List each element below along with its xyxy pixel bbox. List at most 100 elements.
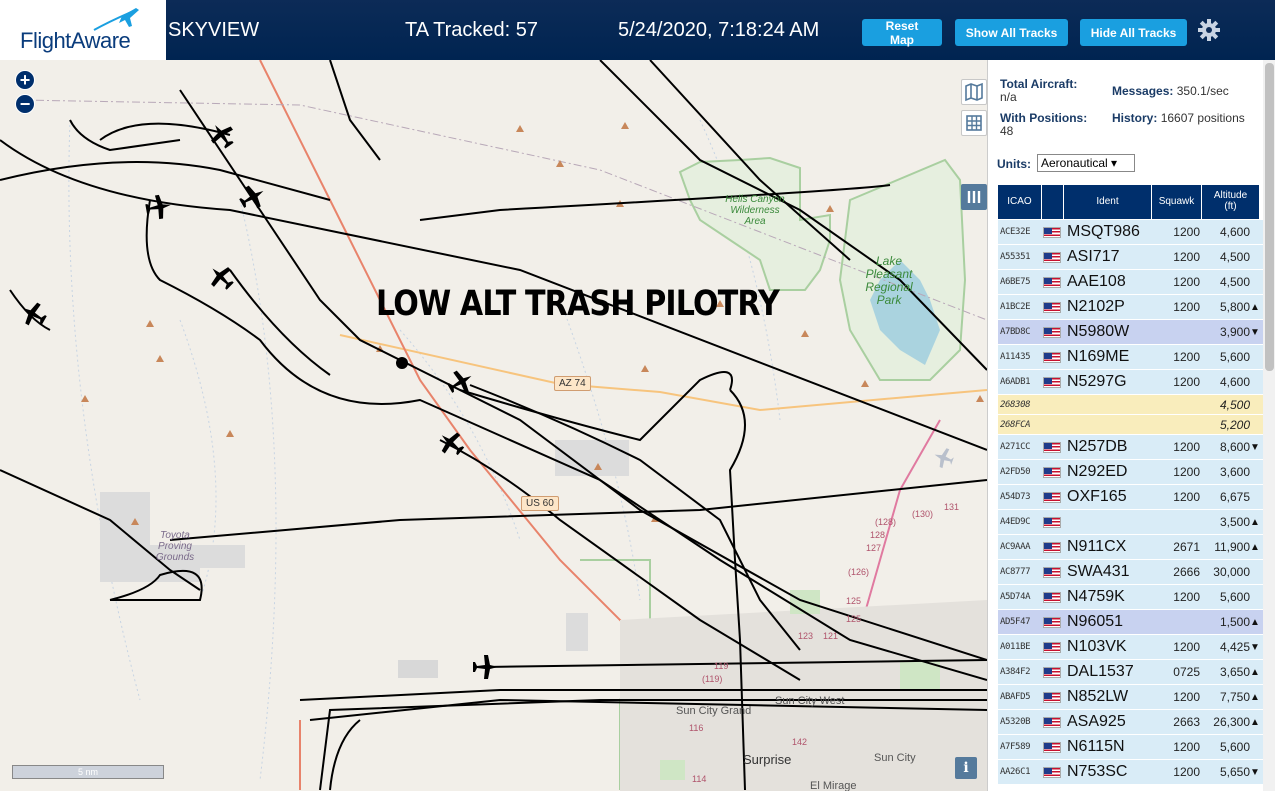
cell-flag bbox=[1043, 560, 1065, 584]
us-flag-icon bbox=[1043, 716, 1061, 728]
cell-flag bbox=[1043, 735, 1065, 759]
route-label: (126) bbox=[848, 567, 870, 577]
label-el-mirage: El Mirage bbox=[810, 780, 857, 791]
table-row[interactable]: 268FCA 5,200 bbox=[998, 415, 1263, 435]
table-row[interactable]: AC9AAA N911CX 2671 11,900 ▲ bbox=[998, 535, 1263, 560]
table-row[interactable]: A384F2 DAL1537 0725 3,650 ▲ bbox=[998, 660, 1263, 685]
reset-map-button[interactable]: Reset Map bbox=[862, 19, 942, 47]
col-header-icao[interactable]: ICAO bbox=[998, 185, 1042, 219]
units-select[interactable]: Aeronautical ▾ bbox=[1037, 154, 1135, 172]
route-label: 125 bbox=[846, 596, 862, 606]
stat-total-label: Total Aircraft: bbox=[1000, 77, 1078, 91]
cell-squawk: 1200 bbox=[1173, 765, 1200, 779]
cell-altitude: 11,900 bbox=[1214, 540, 1250, 554]
cell-squawk: 1200 bbox=[1173, 690, 1200, 704]
table-row[interactable]: A1BC2E N2102P 1200 5,800 ▲ bbox=[998, 295, 1263, 320]
cell-altitude-trend bbox=[1250, 415, 1261, 434]
cell-flag bbox=[1043, 710, 1065, 734]
cell-altitude: 5,650 bbox=[1219, 765, 1250, 779]
cell-icao: A55351 bbox=[1000, 252, 1031, 262]
route-label: (128) bbox=[875, 517, 897, 527]
table-row[interactable]: AA26C1 N753SC 1200 5,650 ▼ bbox=[998, 760, 1263, 785]
cell-squawk: 2671 bbox=[1173, 540, 1200, 554]
col-header-squawk[interactable]: Squawk bbox=[1152, 185, 1202, 219]
table-row[interactable]: ACE32E MSQT986 1200 4,600 bbox=[998, 220, 1263, 245]
us-flag-icon bbox=[1043, 566, 1061, 578]
cell-flag bbox=[1043, 685, 1065, 709]
col-header-flag[interactable] bbox=[1042, 185, 1064, 219]
info-button[interactable]: i bbox=[955, 757, 977, 779]
top-header: FlightAware SKYVIEW TA Tracked: 57 5/24/… bbox=[0, 0, 1275, 60]
cell-squawk bbox=[1154, 415, 1200, 434]
grid-icon[interactable] bbox=[961, 110, 987, 136]
stat-history-label: History: bbox=[1112, 111, 1158, 125]
cell-flag bbox=[1043, 220, 1065, 244]
stat-messages-label: Messages: bbox=[1112, 84, 1174, 98]
zoom-in-button[interactable]: + bbox=[15, 70, 35, 90]
table-row[interactable]: ABAFD5 N852LW 1200 7,750 ▲ bbox=[998, 685, 1263, 710]
cell-altitude-trend: ▲ bbox=[1250, 541, 1260, 553]
table-row[interactable]: A6BE75 AAE108 1200 4,500 bbox=[998, 270, 1263, 295]
us-flag-icon bbox=[1043, 541, 1061, 553]
col-header-altitude[interactable]: Altitude (ft) bbox=[1202, 185, 1260, 219]
table-row[interactable]: A7F589 N6115N 1200 5,600 bbox=[998, 735, 1263, 760]
table-row[interactable]: A6ADB1 N5297G 1200 4,600 bbox=[998, 370, 1263, 395]
table-row[interactable]: A11435 N169ME 1200 5,600 bbox=[998, 345, 1263, 370]
map-view[interactable]: + − LOW ALT TRASH PILOTRY AZ 74 US 60 He… bbox=[0, 60, 987, 791]
label-sun-city: Sun City bbox=[874, 752, 916, 764]
cell-altitude: 5,600 bbox=[1219, 740, 1250, 754]
table-row[interactable]: 268308 4,500 bbox=[998, 395, 1263, 415]
table-row[interactable]: AC8777 SWA431 2666 30,000 bbox=[998, 560, 1263, 585]
table-row[interactable]: AD5F47 N96051 1,500 ▲ bbox=[998, 610, 1263, 635]
table-row[interactable]: A011BE N103VK 1200 4,425 ▼ bbox=[998, 635, 1263, 660]
cell-altitude-trend bbox=[1250, 395, 1261, 414]
cell-altitude: 3,900 bbox=[1219, 325, 1250, 339]
cell-ident: ASI717 bbox=[1067, 248, 1120, 265]
show-all-tracks-button[interactable]: Show All Tracks bbox=[955, 19, 1068, 46]
cell-altitude: 5,600 bbox=[1219, 350, 1250, 364]
cell-ident: N6115N bbox=[1067, 738, 1125, 755]
cell-squawk: 1200 bbox=[1173, 590, 1200, 604]
cell-icao: A5D74A bbox=[1000, 592, 1031, 602]
cell-icao: AC8777 bbox=[1000, 567, 1031, 577]
cell-icao: A54D73 bbox=[1000, 492, 1031, 502]
zoom-out-button[interactable]: − bbox=[15, 94, 35, 114]
tracked-count: TA Tracked: 57 bbox=[405, 19, 539, 41]
park-label-lake-pleasant: Lake Pleasant Regional Park bbox=[865, 254, 913, 307]
cell-altitude: 4,600 bbox=[1219, 225, 1250, 239]
sidebar-scroll-thumb[interactable] bbox=[1265, 63, 1274, 371]
map-canvas[interactable] bbox=[0, 60, 987, 791]
table-row[interactable]: A271CC N257DB 1200 8,600 ▼ bbox=[998, 435, 1263, 460]
map-layers-icon[interactable] bbox=[961, 79, 987, 105]
cell-flag bbox=[1043, 660, 1065, 684]
gear-icon[interactable] bbox=[1197, 18, 1221, 42]
us-flag-icon bbox=[1043, 301, 1061, 313]
cell-ident: N292ED bbox=[1067, 463, 1128, 480]
hide-all-tracks-button[interactable]: Hide All Tracks bbox=[1080, 19, 1187, 46]
table-row[interactable]: A5320B ASA925 2663 26,300 ▲ bbox=[998, 710, 1263, 735]
us-flag-icon bbox=[1043, 351, 1061, 363]
us-flag-icon bbox=[1043, 276, 1061, 288]
col-header-ident[interactable]: Ident bbox=[1064, 185, 1152, 219]
stat-positions-label: With Positions: bbox=[1000, 111, 1088, 125]
flightaware-logo[interactable]: FlightAware bbox=[0, 0, 166, 60]
us-flag-icon bbox=[1043, 766, 1061, 778]
table-row[interactable]: A5D74A N4759K 1200 5,600 bbox=[998, 585, 1263, 610]
cell-ident: N852LW bbox=[1067, 688, 1129, 705]
table-row[interactable]: A4ED9C 3,500 ▲ bbox=[998, 510, 1263, 535]
cell-flag bbox=[1043, 370, 1065, 394]
cell-flag bbox=[1043, 435, 1065, 459]
table-row[interactable]: A54D73 OXF165 1200 6,675 bbox=[998, 485, 1263, 510]
cell-ident: SWA431 bbox=[1067, 563, 1130, 580]
columns-icon[interactable] bbox=[961, 184, 987, 210]
cell-altitude-trend: ▲ bbox=[1250, 516, 1260, 528]
cell-altitude-trend: ▼ bbox=[1250, 326, 1260, 338]
cell-ident: OXF165 bbox=[1067, 488, 1127, 505]
table-row[interactable]: A2FD50 N292ED 1200 3,600 bbox=[998, 460, 1263, 485]
cell-ident: N753SC bbox=[1067, 763, 1128, 780]
us-flag-icon bbox=[1043, 466, 1061, 478]
road-shield-us60: US 60 bbox=[521, 496, 559, 511]
table-row[interactable]: A7BD8C N5980W 3,900 ▼ bbox=[998, 320, 1263, 345]
cell-ident: N169ME bbox=[1067, 348, 1130, 365]
table-row[interactable]: A55351 ASI717 1200 4,500 bbox=[998, 245, 1263, 270]
